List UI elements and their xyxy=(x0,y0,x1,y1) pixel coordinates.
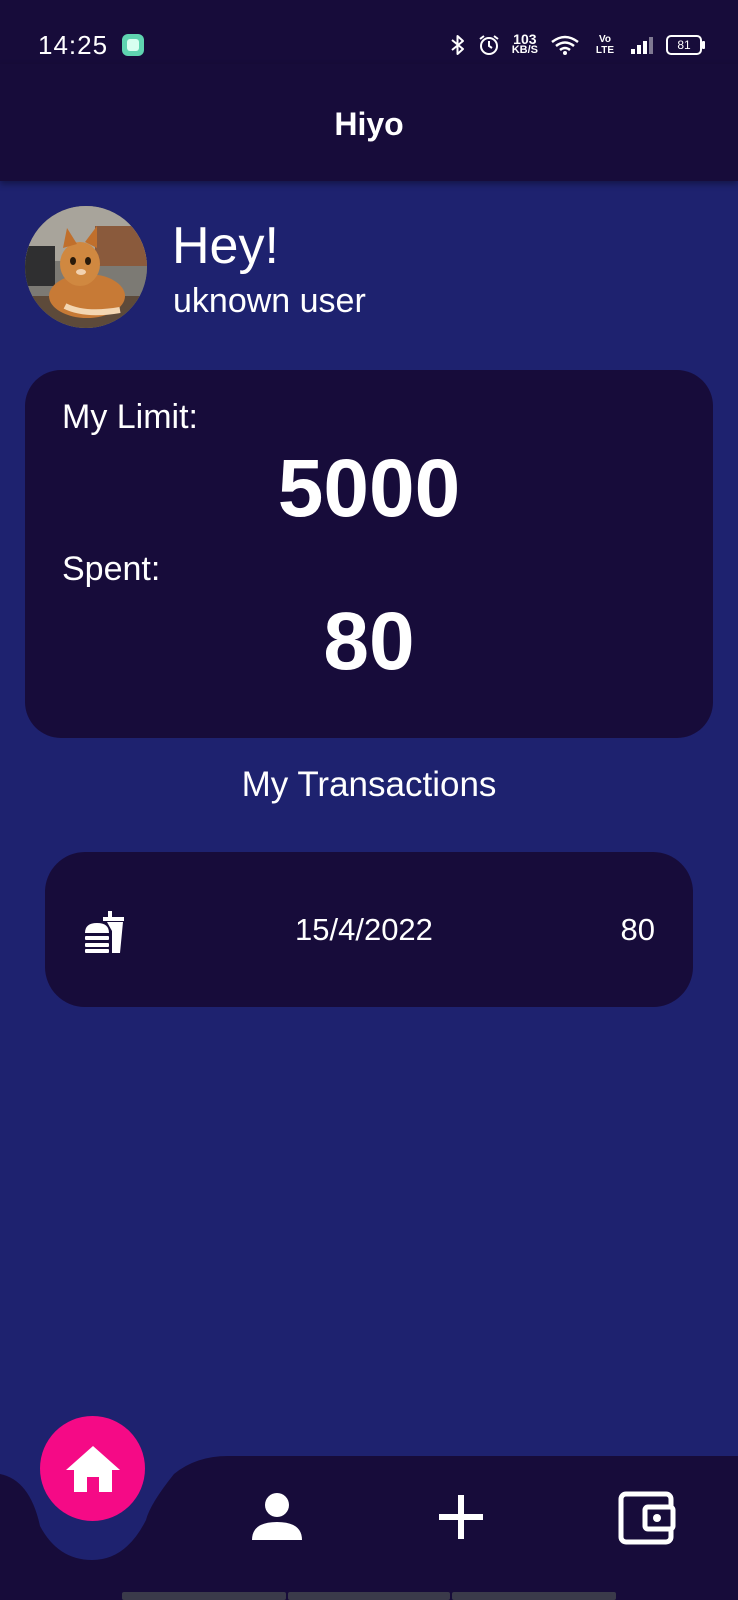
volte-indicator: Vo LTE xyxy=(592,34,618,56)
spent-value: 80 xyxy=(323,596,415,687)
wifi-icon xyxy=(551,35,579,55)
username-label: uknown user xyxy=(173,282,366,320)
battery-icon: 81 xyxy=(666,35,705,55)
wallet-icon xyxy=(618,1491,676,1545)
transaction-amount: 80 xyxy=(620,912,655,947)
app-title: Hiyo xyxy=(334,106,404,142)
status-bar: 14:25 103 KB/S Vo LTE 81 xyxy=(0,0,738,64)
greeting-title: Hey! xyxy=(172,217,279,275)
nav-add-button[interactable] xyxy=(424,1480,498,1554)
fastfood-icon xyxy=(85,911,124,953)
avatar[interactable] xyxy=(25,206,147,328)
nav-home-button[interactable] xyxy=(40,1416,145,1521)
cat-photo xyxy=(25,206,147,328)
transaction-item[interactable]: 15/4/2022 80 xyxy=(45,852,693,1007)
gesture-bar-right xyxy=(452,1592,616,1600)
gesture-bar-middle xyxy=(288,1592,450,1600)
net-speed: 103 KB/S xyxy=(511,32,538,56)
alarm-icon xyxy=(479,35,499,55)
app-bar: Hiyo xyxy=(0,64,738,181)
bluetooth-icon xyxy=(451,35,464,55)
home-icon xyxy=(65,1445,120,1492)
app-notification-icon xyxy=(122,34,144,56)
nav-wallet-button[interactable] xyxy=(610,1480,684,1554)
spent-label: Spent: xyxy=(62,550,161,588)
status-time: 14:25 xyxy=(38,30,109,60)
person-icon xyxy=(252,1493,302,1540)
bottom-nav xyxy=(0,1416,738,1600)
signal-icon xyxy=(631,37,653,54)
limit-value: 5000 xyxy=(277,443,461,534)
transaction-date: 15/4/2022 xyxy=(295,912,433,947)
plus-icon xyxy=(439,1495,483,1539)
transactions-heading: My Transactions xyxy=(241,765,497,804)
gesture-bar-left xyxy=(122,1592,286,1600)
nav-profile-button[interactable] xyxy=(240,1480,314,1554)
battery-level: 81 xyxy=(677,38,691,52)
net-speed-unit: KB/S xyxy=(511,44,538,56)
status-icons: 103 KB/S Vo LTE 81 xyxy=(450,30,705,60)
limit-card: My Limit: 5000 Spent: 80 xyxy=(25,370,713,738)
volte-text: Vo LTE xyxy=(595,34,615,56)
limit-label: My Limit: xyxy=(62,398,198,436)
